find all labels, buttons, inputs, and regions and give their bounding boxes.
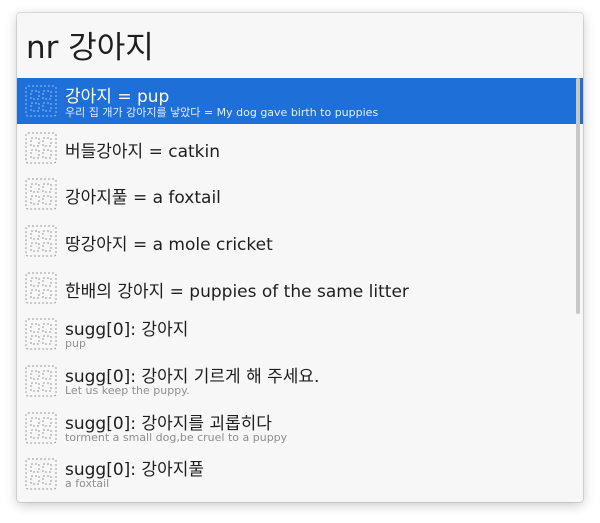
result-row[interactable]: sugg[0]: 강아지 pup bbox=[17, 311, 583, 357]
result-subtitle: a foxtail bbox=[65, 477, 110, 490]
result-row[interactable]: sugg[0]: 강아지 기르게 해 주세요. Let us keep the … bbox=[17, 358, 583, 404]
launcher-window: 강아지 = pup 우리 집 개가 강아지를 낳았다 = My dog gave… bbox=[17, 13, 583, 502]
result-subtitle: 우리 집 개가 강아지를 낳았다 = My dog gave birth to … bbox=[65, 106, 379, 119]
grid-icon bbox=[25, 85, 57, 117]
grid-icon bbox=[25, 412, 57, 444]
result-row[interactable]: 땅강아지 = a mole cricket bbox=[17, 218, 583, 264]
search-input[interactable] bbox=[26, 19, 566, 69]
result-row[interactable]: sugg[0]: 강아지를 괴롭히다 torment a small dog,b… bbox=[17, 405, 583, 451]
result-row[interactable]: 한배의 강아지 = puppies of the same litter bbox=[17, 265, 583, 311]
result-row[interactable]: sugg[0]: 강아지풀 a foxtail bbox=[17, 451, 583, 497]
grid-icon bbox=[25, 178, 57, 210]
result-row[interactable]: 버들강아지 = catkin bbox=[17, 125, 583, 171]
grid-icon bbox=[25, 272, 57, 304]
result-subtitle: torment a small dog,be cruel to a puppy bbox=[65, 431, 288, 444]
results-list: 강아지 = pup 우리 집 개가 강아지를 낳았다 = My dog gave… bbox=[17, 78, 583, 502]
grid-icon bbox=[25, 225, 57, 257]
grid-icon bbox=[25, 318, 57, 350]
grid-icon bbox=[25, 365, 57, 397]
grid-icon bbox=[25, 458, 57, 490]
grid-icon bbox=[25, 132, 57, 164]
results-scrollbar[interactable] bbox=[576, 78, 580, 314]
result-title: 땅강아지 = a mole cricket bbox=[65, 235, 273, 255]
result-row[interactable]: 강아지 = pup 우리 집 개가 강아지를 낳았다 = My dog gave… bbox=[17, 78, 583, 124]
result-title: 버들강아지 = catkin bbox=[65, 142, 221, 162]
result-subtitle: pup bbox=[65, 337, 86, 350]
search-bar bbox=[17, 13, 583, 75]
result-row[interactable]: 강아지풀 = a foxtail bbox=[17, 171, 583, 217]
result-title: 한배의 강아지 = puppies of the same litter bbox=[65, 282, 409, 302]
result-subtitle: Let us keep the puppy. bbox=[65, 384, 190, 397]
result-title: 강아지풀 = a foxtail bbox=[65, 188, 221, 208]
